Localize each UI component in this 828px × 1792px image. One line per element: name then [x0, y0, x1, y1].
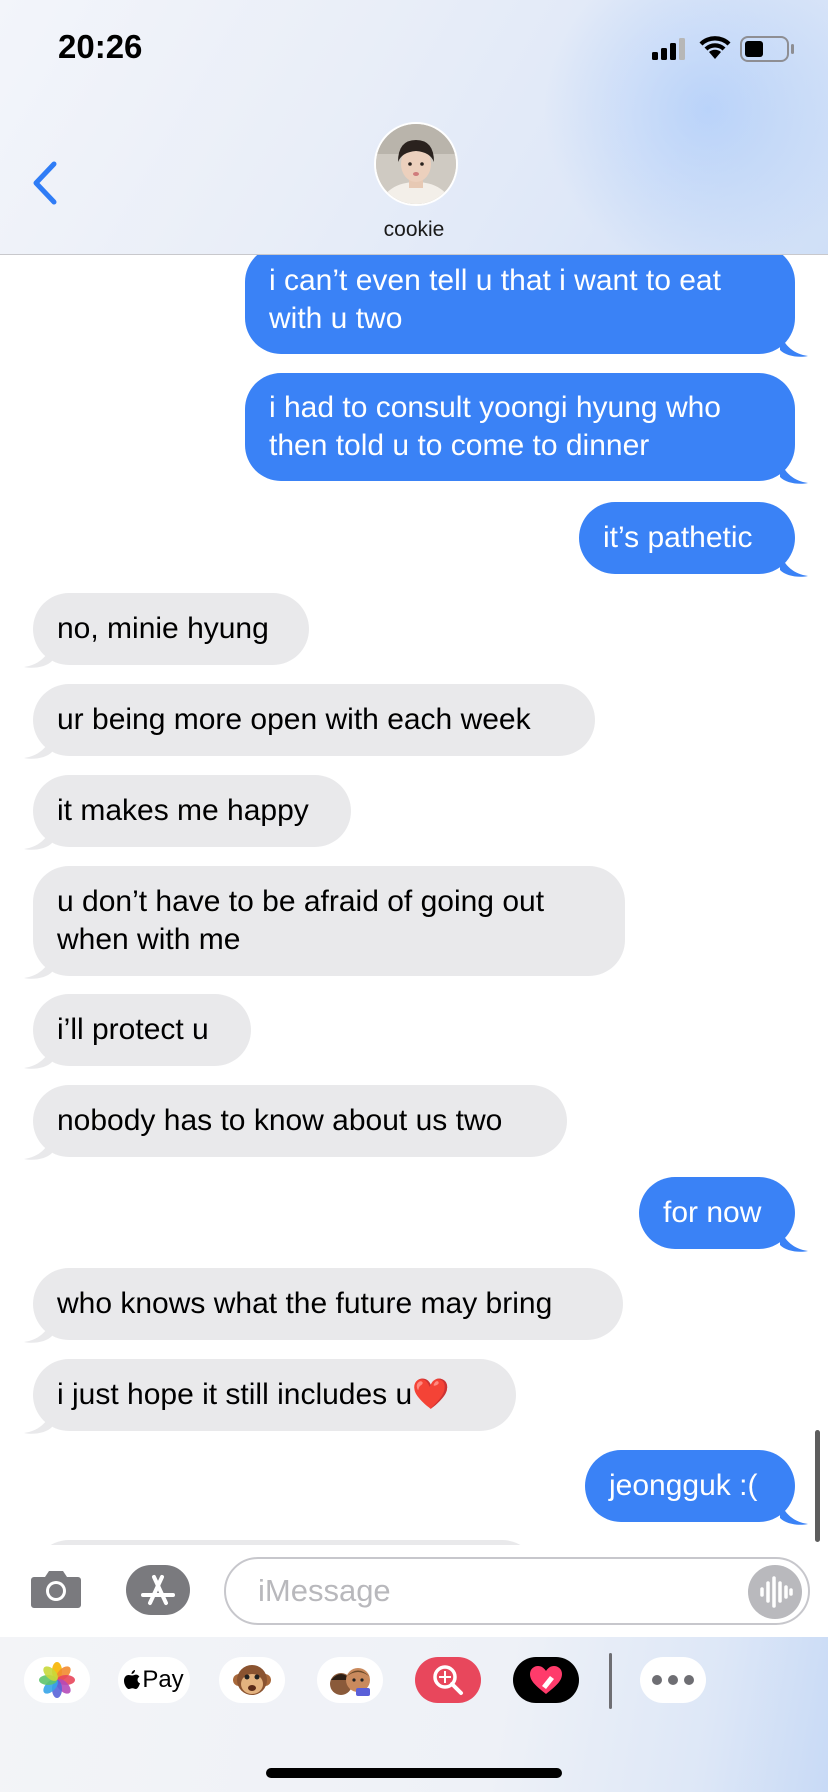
message-text: i had to consult yoongi hyung who then t… [269, 391, 721, 462]
outgoing-message[interactable]: i can’t even tell u that i want to eat w… [245, 255, 795, 354]
bubble-tail [24, 1044, 52, 1069]
more-icon [652, 1675, 694, 1685]
more-apps-button[interactable] [640, 1657, 706, 1703]
bubble-tail [780, 459, 808, 484]
camera-icon[interactable] [30, 1567, 82, 1609]
message-text: i’ll protect u [57, 1013, 209, 1046]
back-chevron-icon[interactable] [28, 158, 64, 208]
photos-icon [39, 1662, 75, 1698]
message-text: nobody has to know about us two [57, 1104, 503, 1137]
digital-touch-icon [530, 1666, 562, 1694]
outgoing-message[interactable]: i had to consult yoongi hyung who then t… [245, 373, 795, 481]
memoji-button[interactable] [317, 1657, 383, 1703]
bubble-tail [780, 1227, 808, 1252]
avatar-photo [376, 124, 456, 204]
photos-app-button[interactable] [24, 1657, 90, 1703]
bubble-tail [24, 1409, 52, 1434]
digital-touch-button[interactable] [513, 1657, 579, 1703]
app-drawer: Pay [0, 1637, 828, 1792]
bubble-tail [24, 643, 52, 668]
status-time: 20:26 [58, 28, 143, 65]
home-indicator[interactable] [266, 1768, 562, 1778]
outgoing-message[interactable]: jeongguk :( [585, 1450, 795, 1522]
incoming-message[interactable]: i just hope it still includes u❤️ [33, 1359, 516, 1431]
outgoing-message[interactable]: for now [639, 1177, 795, 1249]
monkey-animoji-icon [233, 1665, 271, 1695]
bubble-tail [780, 332, 808, 357]
conversation-header: 20:26 cookie [0, 0, 828, 255]
apple-pay-button[interactable]: Pay [118, 1657, 190, 1703]
message-text: jeongguk :( [609, 1469, 758, 1502]
wifi-icon [699, 36, 731, 59]
bubble-tail [24, 1318, 52, 1343]
message-text: who knows what the future may bring [57, 1287, 553, 1320]
incoming-message[interactable]: who knows what the future may bring [33, 1268, 623, 1340]
message-text: u don’t have to be afraid of going out w… [57, 885, 545, 956]
message-text: ur being more open with each week [57, 703, 531, 736]
battery-icon [740, 36, 794, 62]
apple-logo-icon [124, 1670, 141, 1689]
contact-name[interactable]: cookie [0, 218, 828, 242]
message-text: for now [663, 1196, 762, 1229]
scrollbar[interactable] [815, 1430, 820, 1542]
animoji-button[interactable] [219, 1657, 285, 1703]
bubble-tail [24, 825, 52, 850]
memoji-icon [330, 1668, 370, 1696]
incoming-message[interactable]: no, minie hyung [33, 593, 309, 665]
waveform-icon [760, 1576, 793, 1608]
avatar[interactable] [374, 122, 458, 206]
images-search-button[interactable] [415, 1657, 481, 1703]
apple-pay-label: Pay [142, 1666, 184, 1693]
bubble-tail [24, 954, 52, 979]
message-text: i can’t even tell u that i want to eat w… [269, 264, 721, 335]
incoming-message[interactable]: u don’t have to be afraid of going out w… [33, 866, 625, 976]
incoming-message[interactable]: ur being more open with each week [33, 684, 595, 756]
bubble-tail [24, 734, 52, 759]
incoming-message[interactable]: i’ll protect u [33, 994, 251, 1066]
cell-signal-icon [652, 38, 685, 60]
message-list[interactable]: i can’t even tell u that i want to eat w… [0, 255, 828, 1545]
incoming-message[interactable]: nobody has to know about us two [33, 1085, 567, 1157]
app-store-icon [141, 1575, 175, 1605]
images-search-icon [433, 1665, 463, 1695]
incoming-message[interactable]: it makes me happy [33, 775, 351, 847]
bubble-tail [780, 552, 808, 577]
message-input[interactable]: iMessage [224, 1557, 810, 1625]
message-text: i just hope it still includes u❤️ [57, 1378, 450, 1411]
message-text: it makes me happy [57, 794, 309, 827]
outgoing-message[interactable]: it’s pathetic [579, 502, 795, 574]
compose-bar: iMessage [0, 1545, 828, 1637]
drawer-divider [609, 1653, 612, 1709]
bubble-tail [24, 1135, 52, 1160]
audio-message-button[interactable] [748, 1565, 802, 1619]
message-text: no, minie hyung [57, 612, 269, 645]
bubble-tail [780, 1500, 808, 1525]
message-text: it’s pathetic [603, 521, 753, 554]
app-store-button[interactable] [126, 1565, 190, 1615]
